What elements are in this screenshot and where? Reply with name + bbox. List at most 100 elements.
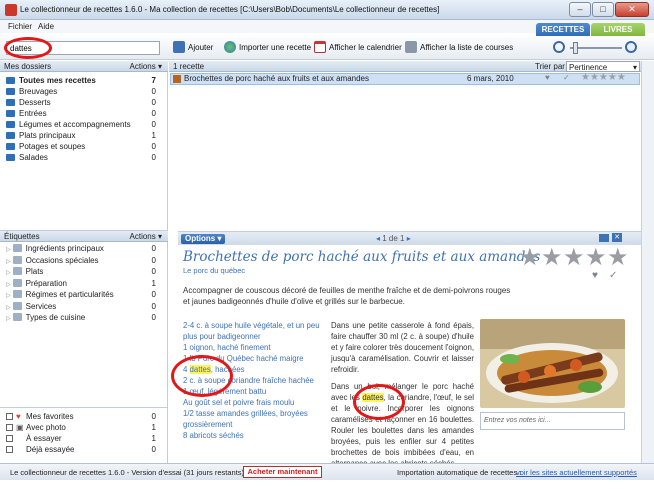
- sidebar-item-tag[interactable]: ▷ Services 0: [6, 301, 156, 312]
- tag-count: 0: [151, 313, 156, 322]
- menu-help[interactable]: Aide: [38, 22, 54, 31]
- prev-icon[interactable]: ◂: [376, 234, 380, 243]
- folder-label: Légumes et accompagnements: [19, 120, 131, 129]
- expand-arrow-icon[interactable]: ▷: [6, 316, 11, 322]
- folder-icon: [6, 143, 15, 150]
- ingredient-item: Au goût sel et poivre frais moulu: [183, 398, 295, 407]
- sidebar-item-folder[interactable]: Breuvages 0: [6, 86, 156, 97]
- instruction-step: Dans une petite casserole à fond épais, …: [331, 321, 474, 374]
- star-icon[interactable]: ★: [563, 246, 585, 270]
- zoom-slider[interactable]: [553, 40, 638, 56]
- tags-header: Étiquettes Actions ▾: [0, 231, 168, 242]
- import-icon: [224, 41, 236, 53]
- sidebar-item-folder[interactable]: Potages et soupes 0: [6, 141, 156, 152]
- menu-file[interactable]: Fichier: [8, 22, 32, 31]
- heart-icon[interactable]: ♥: [592, 270, 598, 281]
- star-icon[interactable]: ★: [607, 246, 629, 270]
- filter-item[interactable]: À essayer 1: [6, 433, 156, 444]
- tag-icon: [12, 267, 22, 275]
- expand-icon[interactable]: [599, 234, 609, 242]
- filter-label: À essayer: [26, 434, 62, 443]
- sidebar-item-tag[interactable]: ▷ Ingrédients principaux 0: [6, 243, 156, 254]
- ingredient-item: 8 abricots séchés: [183, 431, 244, 440]
- close-button[interactable]: ✕: [615, 2, 649, 17]
- folder-count: 0: [151, 142, 156, 151]
- folder-icon: [6, 132, 15, 139]
- sidebar-item-folder[interactable]: Entrées 0: [6, 108, 156, 119]
- filter-item[interactable]: Déjà essayée 0: [6, 444, 156, 455]
- filter-item[interactable]: ♥ Mes favorites 0: [6, 411, 156, 422]
- check-icon[interactable]: ✓: [563, 73, 570, 83]
- tag-icon: [12, 244, 22, 252]
- tag-count: 0: [151, 290, 156, 299]
- sidebar-item-tag[interactable]: ▷ Types de cuisine 0: [6, 312, 156, 323]
- folder-count: 0: [151, 153, 156, 162]
- sidebar-item-tag[interactable]: ▷ Plats 0: [6, 266, 156, 277]
- sidebar-item-folder[interactable]: Salades 0: [6, 152, 156, 163]
- recipe-title: Brochettes de porc haché aux fruits et a…: [183, 249, 541, 265]
- filter-checkbox[interactable]: [6, 424, 13, 431]
- tab-recipes[interactable]: RECETTES: [536, 23, 590, 36]
- expand-arrow-icon[interactable]: ▷: [6, 305, 11, 311]
- filter-count: 0: [151, 445, 156, 454]
- filter-checkbox[interactable]: [6, 413, 13, 420]
- filter-checkbox[interactable]: [6, 435, 13, 442]
- expand-arrow-icon[interactable]: ▷: [6, 282, 11, 288]
- chevron-down-icon: ▾: [632, 63, 637, 72]
- sidebar-item-folder[interactable]: Desserts 0: [6, 97, 156, 108]
- sidebar-item-folder[interactable]: Toutes mes recettes 7: [6, 75, 156, 86]
- add-button[interactable]: Ajouter: [173, 41, 213, 55]
- next-icon[interactable]: ▸: [407, 234, 411, 243]
- zoom-in-icon[interactable]: [625, 41, 637, 53]
- tags-actions-button[interactable]: Actions ▾: [130, 231, 162, 242]
- tag-label: Préparation: [25, 278, 67, 288]
- import-label: Importer une recette: [239, 43, 312, 52]
- check-icon[interactable]: ✓: [609, 270, 617, 281]
- close-icon[interactable]: ✕: [612, 233, 622, 242]
- heart-icon[interactable]: ♥: [545, 73, 550, 83]
- options-button[interactable]: Options ▾: [181, 234, 225, 244]
- expand-arrow-icon[interactable]: ▷: [6, 270, 11, 276]
- tag-label: Plats: [25, 267, 44, 276]
- vertical-scrollbar[interactable]: [641, 61, 654, 463]
- status-text: Le collectionneur de recettes 1.6.0 - Ve…: [10, 468, 245, 477]
- tag-label: Services: [25, 301, 57, 311]
- recipe-list: [169, 61, 641, 230]
- table-row[interactable]: Brochettes de porc haché aux fruits et a…: [170, 73, 640, 85]
- star-icon[interactable]: ★: [585, 246, 607, 270]
- folders-actions-button[interactable]: Actions ▾: [130, 61, 162, 72]
- shopping-list-button[interactable]: Afficher la liste de courses: [405, 41, 513, 55]
- tag-count: 1: [151, 278, 156, 288]
- recipe-source[interactable]: Le porc du québec: [183, 266, 245, 275]
- filter-item[interactable]: ▣ Avec photo 1: [6, 422, 156, 433]
- filter-label: Déjà essayée: [26, 445, 75, 454]
- minimize-button[interactable]: –: [569, 2, 591, 17]
- notes-input[interactable]: Entrez vos notes ici...: [480, 412, 625, 430]
- tab-books[interactable]: LIVRES: [591, 23, 645, 36]
- sort-select[interactable]: Pertinence ▾: [566, 61, 640, 72]
- buy-now-button[interactable]: Acheter maintenant: [243, 466, 322, 478]
- import-button[interactable]: Importer une recette: [224, 41, 311, 55]
- status-bar: Le collectionneur de recettes 1.6.0 - Ve…: [0, 463, 654, 480]
- expand-arrow-icon[interactable]: ▷: [6, 293, 11, 299]
- sidebar-item-folder[interactable]: Plats principaux 1: [6, 130, 156, 141]
- expand-arrow-icon[interactable]: ▷: [6, 247, 11, 253]
- sidebar-item-tag[interactable]: ▷ Préparation 1: [6, 278, 156, 289]
- calendar-button[interactable]: Afficher le calendrier: [314, 41, 402, 55]
- folder-count: 0: [151, 109, 156, 118]
- supported-sites-link[interactable]: voir les sites actuellement supportés: [516, 468, 637, 477]
- expand-arrow-icon[interactable]: ▷: [6, 259, 11, 265]
- recipe-count: 1 recette: [173, 62, 205, 71]
- zoom-handle[interactable]: [573, 42, 578, 54]
- sidebar-item-tag[interactable]: ▷ Occasions spéciales 0: [6, 255, 156, 266]
- sidebar-item-folder[interactable]: Légumes et accompagnements 0: [6, 119, 156, 130]
- zoom-out-icon[interactable]: [553, 41, 565, 53]
- sidebar-item-tag[interactable]: ▷ Régimes et particularités 0: [6, 289, 156, 300]
- rating-stars[interactable]: ★★★★★: [581, 73, 626, 83]
- star-icon[interactable]: ★: [519, 246, 541, 270]
- filter-checkbox[interactable]: [6, 446, 13, 453]
- recipe-photo[interactable]: [480, 319, 625, 408]
- maximize-button[interactable]: □: [592, 2, 614, 17]
- tag-label: Types de cuisine: [25, 313, 86, 322]
- star-icon[interactable]: ★: [541, 246, 563, 270]
